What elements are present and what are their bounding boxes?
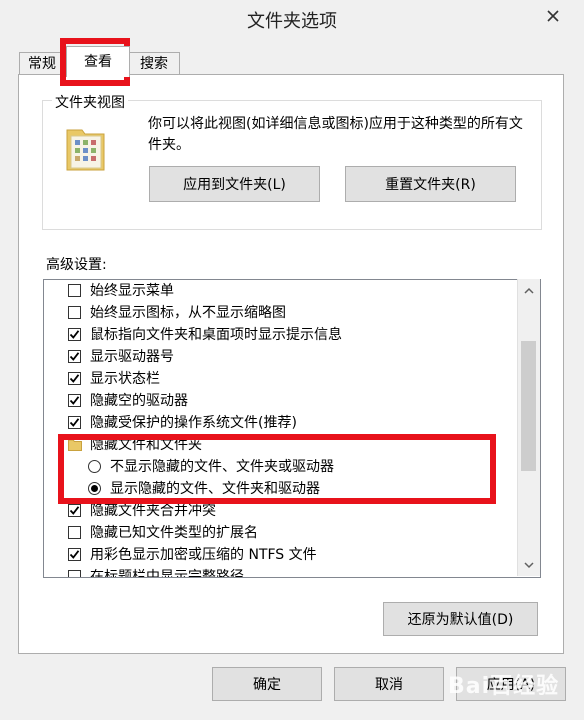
folder-view-icon xyxy=(66,129,105,171)
scroll-down-button[interactable] xyxy=(518,554,539,576)
tab-general[interactable]: 常规 xyxy=(19,52,65,75)
reset-folders-button[interactable]: 重置文件夹(R) xyxy=(345,166,516,202)
list-item-hide-protected-os-files[interactable]: 隐藏受保护的操作系统文件(推荐) xyxy=(44,412,514,434)
checkbox[interactable] xyxy=(68,306,81,319)
checkbox-checked[interactable] xyxy=(68,394,81,407)
list-item-hide-extensions[interactable]: 隐藏已知文件类型的扩展名 xyxy=(44,522,514,544)
check-icon xyxy=(69,352,80,361)
radio-button-selected[interactable] xyxy=(88,482,101,495)
scroll-thumb[interactable] xyxy=(521,341,536,471)
checkbox[interactable] xyxy=(68,570,81,577)
check-icon xyxy=(69,396,80,405)
list-item-color-ntfs[interactable]: 用彩色显示加密或压缩的 NTFS 文件 xyxy=(44,544,514,566)
list-item-hidden-files-group: 隐藏文件和文件夹 xyxy=(44,434,514,456)
apply-to-folders-button[interactable]: 应用到文件夹(L) xyxy=(149,166,320,202)
checkbox-checked[interactable] xyxy=(68,548,81,561)
list-item-show-tooltips[interactable]: 鼠标指向文件夹和桌面项时显示提示信息 xyxy=(44,324,514,346)
advanced-settings-list[interactable]: 始终显示菜单 始终显示图标，从不显示缩略图 鼠标指向文件夹和桌面项时显示提示信息… xyxy=(43,279,541,578)
list-item-show-drive-letters[interactable]: 显示驱动器号 xyxy=(44,346,514,368)
title-bar: 文件夹选项 xyxy=(0,0,584,38)
list-item-show-hidden[interactable]: 显示隐藏的文件、文件夹和驱动器 xyxy=(44,478,514,500)
list-item-hide-empty-drives[interactable]: 隐藏空的驱动器 xyxy=(44,390,514,412)
radio-dot xyxy=(91,485,98,492)
check-icon xyxy=(69,506,80,515)
check-icon xyxy=(69,374,80,383)
scroll-up-button[interactable] xyxy=(518,279,539,301)
checkbox[interactable] xyxy=(68,526,81,539)
close-icon xyxy=(547,10,559,22)
check-icon xyxy=(69,550,80,559)
checkbox-checked[interactable] xyxy=(68,504,81,517)
list-item-dont-show-hidden[interactable]: 不显示隐藏的文件、文件夹或驱动器 xyxy=(44,456,514,478)
checkbox-checked[interactable] xyxy=(68,416,81,429)
list-item-show-status-bar[interactable]: 显示状态栏 xyxy=(44,368,514,390)
chevron-down-icon xyxy=(523,561,534,568)
list-item-show-full-path[interactable]: 在标题栏中显示完整路径 xyxy=(44,566,514,577)
check-icon xyxy=(69,330,80,339)
folder-view-description: 你可以将此视图(如详细信息或图标)应用于这种类型的所有文件夹。 xyxy=(148,116,523,153)
checkbox-checked[interactable] xyxy=(68,328,81,341)
window-title: 文件夹选项 xyxy=(247,11,337,32)
close-button[interactable] xyxy=(534,2,572,30)
list-item-always-show-icons[interactable]: 始终显示图标，从不显示缩略图 xyxy=(44,302,514,324)
chevron-up-icon xyxy=(523,287,534,294)
checkbox-checked[interactable] xyxy=(68,350,81,363)
watermark: Bai百经验 xyxy=(448,674,560,699)
advanced-settings-label: 高级设置: xyxy=(46,257,107,273)
check-icon xyxy=(69,418,80,427)
list-item-always-show-menus[interactable]: 始终显示菜单 xyxy=(44,280,514,302)
tab-search[interactable]: 搜索 xyxy=(128,52,180,75)
list-item-hide-folder-merge-conflicts[interactable]: 隐藏文件夹合并冲突 xyxy=(44,500,514,522)
list-scrollbar[interactable] xyxy=(517,279,540,576)
restore-defaults-button[interactable]: 还原为默认值(D) xyxy=(383,602,538,636)
cancel-button[interactable]: 取消 xyxy=(334,667,444,701)
checkbox-checked[interactable] xyxy=(68,372,81,385)
folder-icon xyxy=(68,439,82,451)
tab-view[interactable]: 查看 xyxy=(66,46,130,77)
checkbox[interactable] xyxy=(68,284,81,297)
ok-button[interactable]: 确定 xyxy=(212,667,322,701)
radio-button[interactable] xyxy=(88,460,101,473)
folder-view-legend: 文件夹视图 xyxy=(52,92,128,112)
